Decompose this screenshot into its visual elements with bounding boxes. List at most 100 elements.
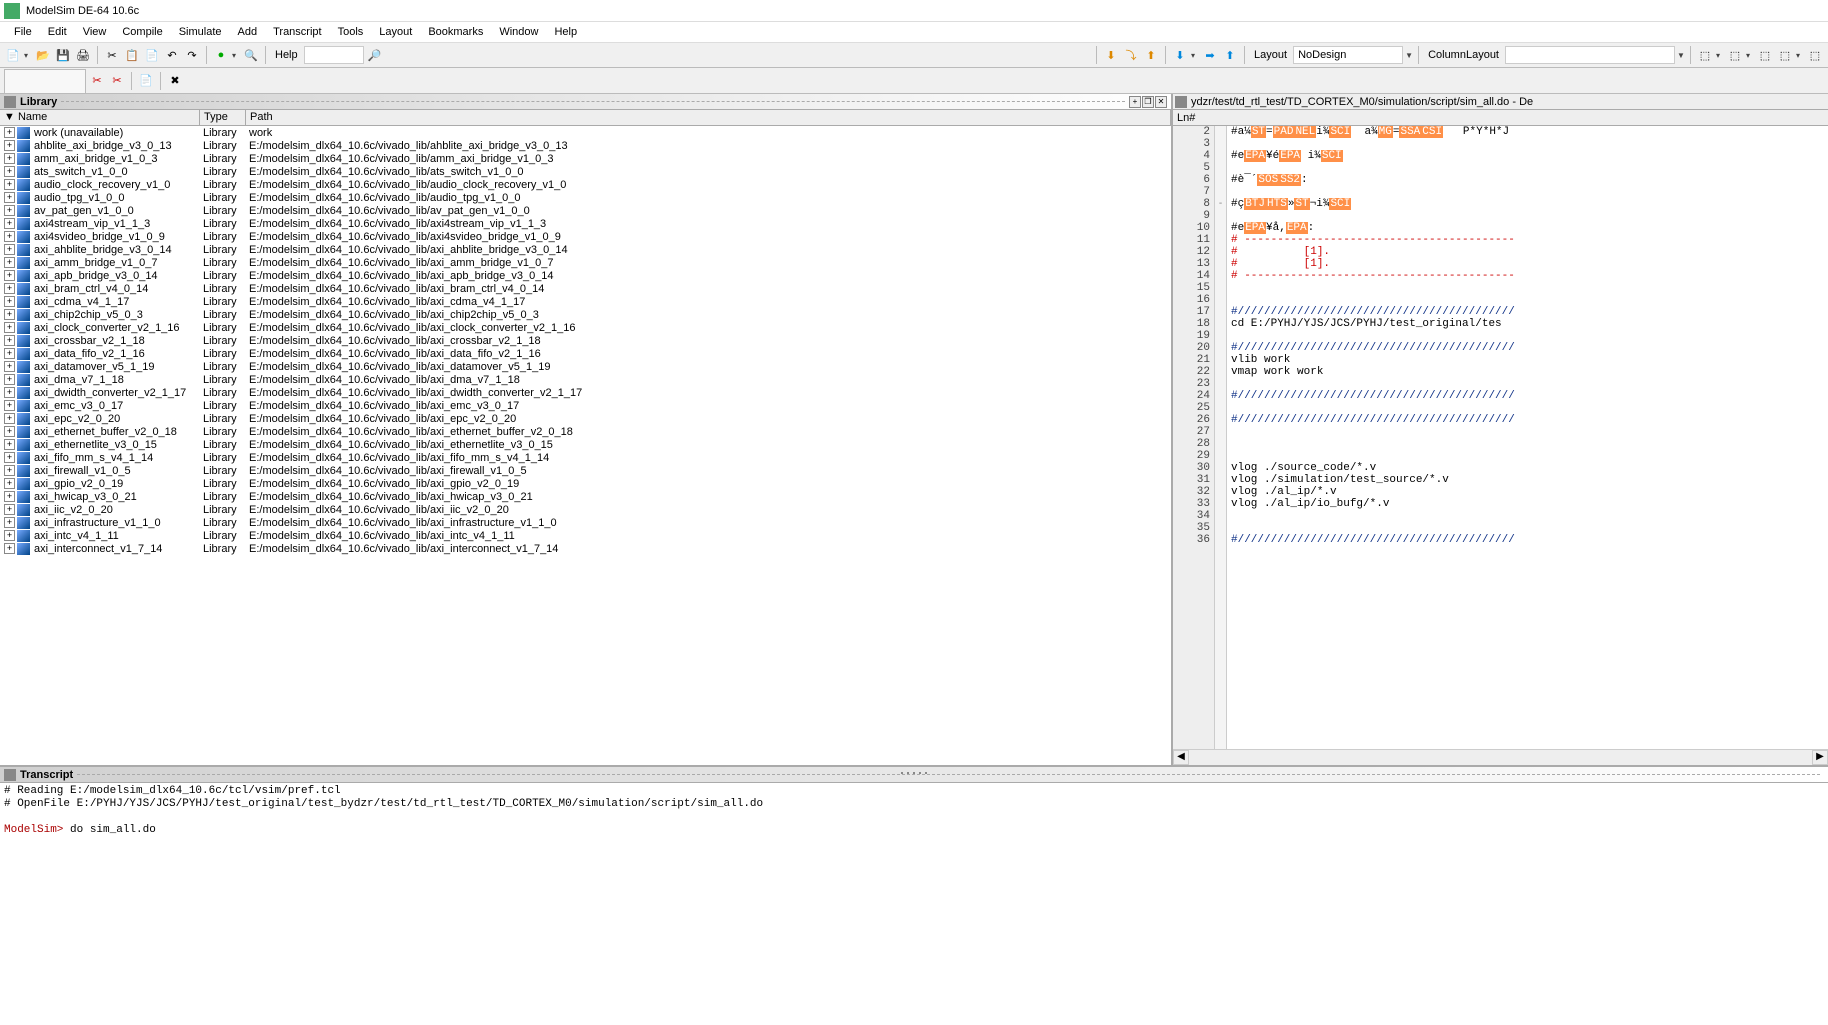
expand-icon[interactable]: + [4, 504, 15, 515]
compile-button[interactable]: ● [212, 46, 230, 64]
new-button[interactable]: 📄 [4, 46, 22, 64]
library-row[interactable]: +axi_ethernetlite_v3_0_15LibraryE:/model… [0, 438, 1171, 451]
expand-icon[interactable]: + [4, 192, 15, 203]
library-row[interactable]: +axi_epc_v2_0_20LibraryE:/modelsim_dlx64… [0, 412, 1171, 425]
menu-window[interactable]: Window [491, 24, 546, 40]
paste-button[interactable]: 📄 [143, 46, 161, 64]
step-out-button[interactable]: ⬆ [1142, 46, 1160, 64]
library-row[interactable]: +axi_firewall_v1_0_5LibraryE:/modelsim_d… [0, 464, 1171, 477]
tool3-button[interactable]: ⬚ [1756, 46, 1774, 64]
library-row[interactable]: +ats_switch_v1_0_0LibraryE:/modelsim_dlx… [0, 165, 1171, 178]
collayout-select[interactable] [1505, 46, 1675, 64]
library-row[interactable]: +axi_amm_bridge_v1_0_7LibraryE:/modelsim… [0, 256, 1171, 269]
library-row[interactable]: +axi_ahblite_bridge_v3_0_14LibraryE:/mod… [0, 243, 1171, 256]
expand-icon[interactable]: + [4, 543, 15, 554]
expand-icon[interactable]: + [4, 127, 15, 138]
expand-icon[interactable]: + [4, 361, 15, 372]
library-list[interactable]: +work (unavailable)Librarywork+ahblite_a… [0, 126, 1171, 765]
open-button[interactable]: 📂 [34, 46, 52, 64]
save-button[interactable]: 💾 [54, 46, 72, 64]
transcript-output[interactable]: # Reading E:/modelsim_dlx64_10.6c/tcl/vs… [0, 783, 1828, 1025]
library-row[interactable]: +audio_clock_recovery_v1_0LibraryE:/mode… [0, 178, 1171, 191]
run-button[interactable]: ⬇ [1171, 46, 1189, 64]
find-button[interactable]: 🔍 [242, 46, 260, 64]
expand-icon[interactable]: + [4, 517, 15, 528]
library-row[interactable]: +axi_fifo_mm_s_v4_1_14LibraryE:/modelsim… [0, 451, 1171, 464]
undo-button[interactable]: ↶ [163, 46, 181, 64]
editor-fold-column[interactable]: - [1215, 126, 1227, 749]
scroll-right-icon[interactable]: ▶ [1812, 750, 1828, 765]
expand-icon[interactable]: + [4, 439, 15, 450]
library-row[interactable]: +axi_ethernet_buffer_v2_0_18LibraryE:/mo… [0, 425, 1171, 438]
expand-icon[interactable]: + [4, 491, 15, 502]
expand-icon[interactable]: + [4, 179, 15, 190]
menu-bookmarks[interactable]: Bookmarks [420, 24, 491, 40]
library-row[interactable]: +av_pat_gen_v1_0_0LibraryE:/modelsim_dlx… [0, 204, 1171, 217]
print-button[interactable]: 🖨 [74, 46, 92, 64]
expand-icon[interactable]: + [4, 335, 15, 346]
step-over-button[interactable]: ⤵ [1122, 46, 1140, 64]
expand-icon[interactable]: + [4, 426, 15, 437]
editor-tab-title[interactable]: ydzr/test/td_rtl_test/TD_CORTEX_M0/simul… [1173, 94, 1828, 110]
panel-dock-button[interactable]: + [1129, 96, 1141, 108]
expand-icon[interactable]: + [4, 140, 15, 151]
layout-select[interactable] [1293, 46, 1403, 64]
continue-button[interactable]: ➡ [1201, 46, 1219, 64]
expand-icon[interactable]: + [4, 452, 15, 463]
library-row[interactable]: +axi4svideo_bridge_v1_0_9LibraryE:/model… [0, 230, 1171, 243]
help-go-button[interactable]: 🔎 [366, 46, 384, 64]
library-row[interactable]: +axi4stream_vip_v1_1_3LibraryE:/modelsim… [0, 217, 1171, 230]
library-row[interactable]: +axi_gpio_v2_0_19LibraryE:/modelsim_dlx6… [0, 477, 1171, 490]
menu-layout[interactable]: Layout [371, 24, 420, 40]
active-tab[interactable] [4, 69, 86, 93]
expand-icon[interactable]: + [4, 348, 15, 359]
expand-icon[interactable]: + [4, 205, 15, 216]
expand-icon[interactable]: + [4, 530, 15, 541]
copy-button[interactable]: 📋 [123, 46, 141, 64]
col-type-header[interactable]: Type [200, 110, 246, 125]
expand-icon[interactable]: + [4, 283, 15, 294]
expand-icon[interactable]: + [4, 387, 15, 398]
menu-file[interactable]: File [6, 24, 40, 40]
menu-view[interactable]: View [75, 24, 115, 40]
library-row[interactable]: +audio_tpg_v1_0_0LibraryE:/modelsim_dlx6… [0, 191, 1171, 204]
break-button[interactable]: ⬆ [1221, 46, 1239, 64]
expand-icon[interactable]: + [4, 322, 15, 333]
library-row[interactable]: +axi_dwidth_converter_v2_1_17LibraryE:/m… [0, 386, 1171, 399]
help-search-input[interactable] [304, 46, 364, 64]
library-row[interactable]: +axi_intc_v4_1_11LibraryE:/modelsim_dlx6… [0, 529, 1171, 542]
expand-icon[interactable]: + [4, 218, 15, 229]
library-row[interactable]: +axi_cdma_v4_1_17LibraryE:/modelsim_dlx6… [0, 295, 1171, 308]
library-row[interactable]: +axi_apb_bridge_v3_0_14LibraryE:/modelsi… [0, 269, 1171, 282]
tool1-button[interactable]: ⬚ [1696, 46, 1714, 64]
redo-button[interactable]: ↷ [183, 46, 201, 64]
library-row[interactable]: +axi_iic_v2_0_20LibraryE:/modelsim_dlx64… [0, 503, 1171, 516]
tool2-button[interactable]: ⬚ [1726, 46, 1744, 64]
library-row[interactable]: +axi_emc_v3_0_17LibraryE:/modelsim_dlx64… [0, 399, 1171, 412]
library-row[interactable]: +axi_infrastructure_v1_1_0LibraryE:/mode… [0, 516, 1171, 529]
tool4-button[interactable]: ⬚ [1776, 46, 1794, 64]
expand-icon[interactable]: + [4, 231, 15, 242]
col-path-header[interactable]: Path [246, 110, 1171, 125]
library-row[interactable]: +axi_datamover_v5_1_19LibraryE:/modelsim… [0, 360, 1171, 373]
library-row[interactable]: +axi_crossbar_v2_1_18LibraryE:/modelsim_… [0, 334, 1171, 347]
expand-icon[interactable]: + [4, 413, 15, 424]
menu-transcript[interactable]: Transcript [265, 24, 330, 40]
menu-compile[interactable]: Compile [114, 24, 170, 40]
col-name-header[interactable]: ▼ Name [0, 110, 200, 125]
misc-icon[interactable]: ✖ [166, 72, 184, 90]
panel-close-button[interactable]: ✕ [1155, 96, 1167, 108]
library-row[interactable]: +axi_dma_v7_1_18LibraryE:/modelsim_dlx64… [0, 373, 1171, 386]
layout-dropdown-icon[interactable]: ▼ [1405, 51, 1413, 60]
expand-icon[interactable]: + [4, 478, 15, 489]
x-cut-icon[interactable]: ✂ [88, 72, 106, 90]
library-row[interactable]: +axi_clock_converter_v2_1_16LibraryE:/mo… [0, 321, 1171, 334]
library-row[interactable]: +axi_interconnect_v1_7_14LibraryE:/model… [0, 542, 1171, 555]
expand-icon[interactable]: + [4, 166, 15, 177]
editor-text-area[interactable]: #a¼ST=PADNELi¾SCI a¾MG=SSACSI P*Y*H*J#eE… [1227, 126, 1828, 749]
expand-icon[interactable]: + [4, 465, 15, 476]
library-row[interactable]: +axi_hwicap_v3_0_21LibraryE:/modelsim_dl… [0, 490, 1171, 503]
expand-icon[interactable]: + [4, 374, 15, 385]
step-into-button[interactable]: ⬇ [1102, 46, 1120, 64]
doc-icon[interactable]: 📄 [137, 72, 155, 90]
